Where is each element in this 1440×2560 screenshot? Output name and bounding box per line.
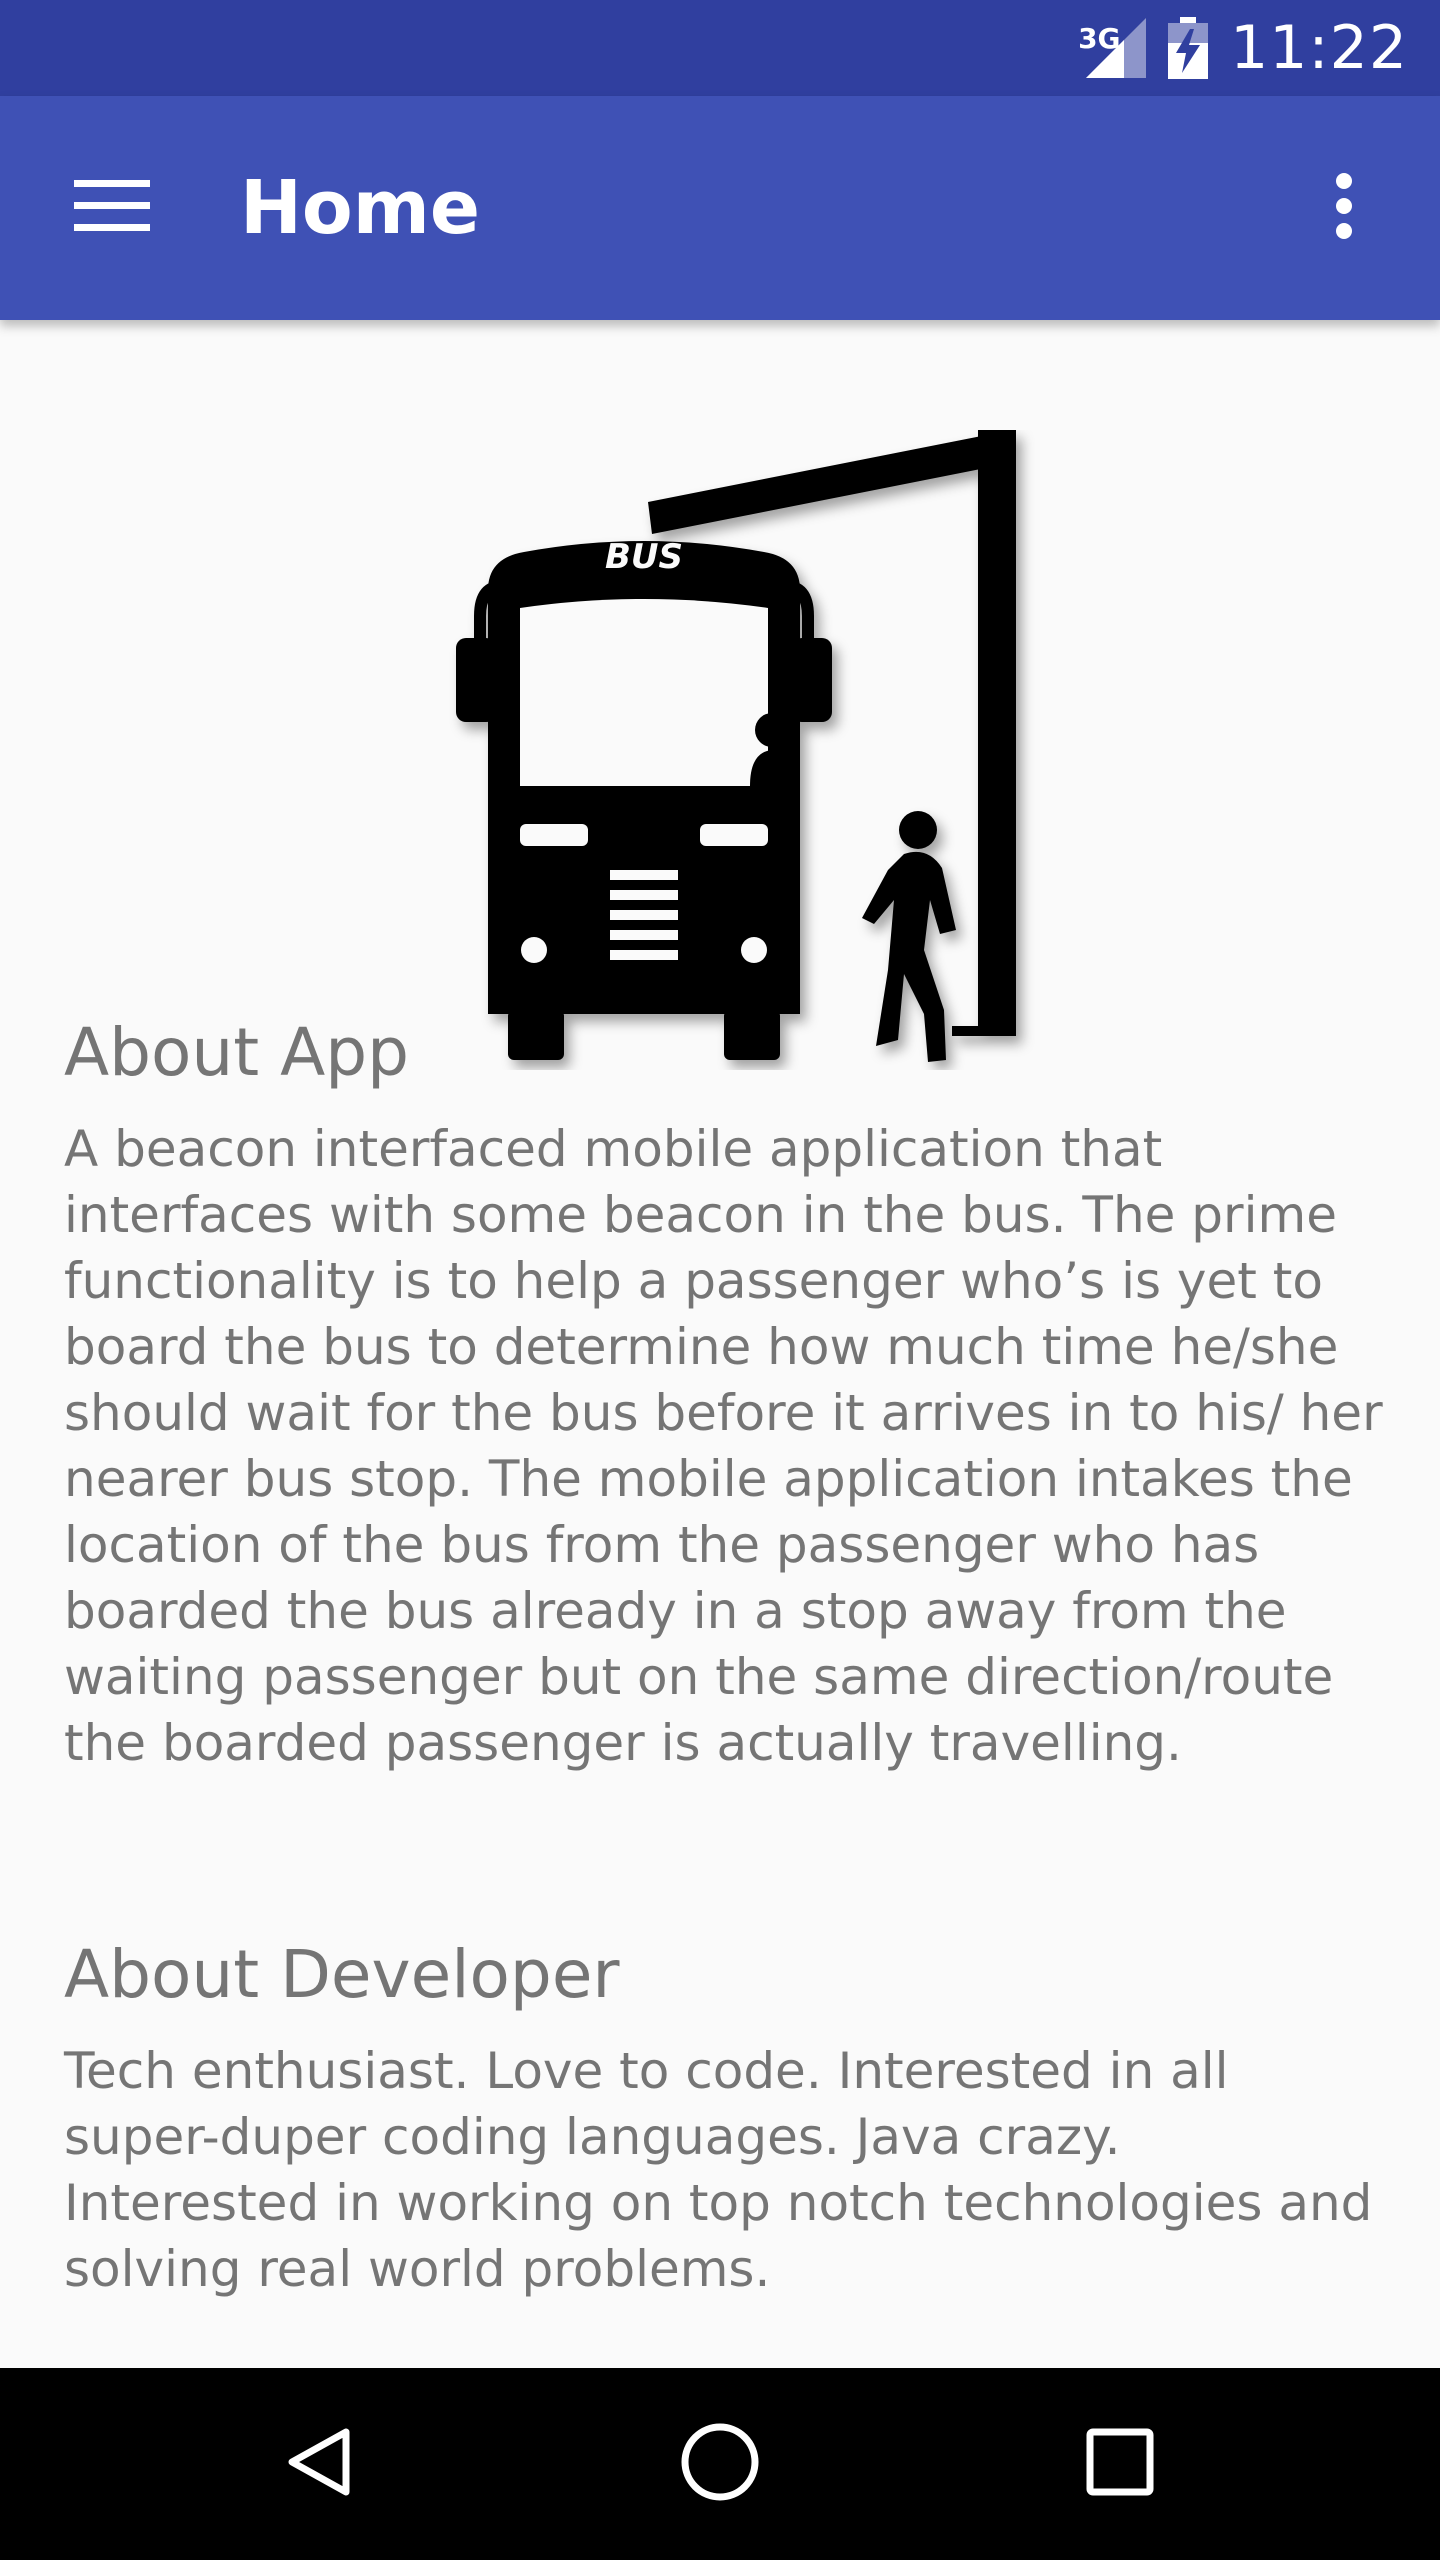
bus-stop-illustration: BUS [404, 430, 1044, 1070]
about-developer-text: Tech enthusiast. Love to code. Intereste… [64, 2042, 1373, 2298]
network-type-label: 3G [1078, 22, 1121, 55]
back-button[interactable] [264, 2408, 376, 2520]
about-app-text: A beacon interfaced mobile application t… [64, 1120, 1383, 1772]
recents-square-icon [1084, 2426, 1156, 2503]
hamburger-menu-icon [74, 178, 150, 239]
bus-label: BUS [605, 537, 683, 577]
main-content: BUS About App A beacon interfaced mobile… [0, 320, 1440, 2368]
system-navigation-bar [0, 2368, 1440, 2560]
page-title: Home [240, 165, 481, 251]
navigation-drawer-button[interactable] [56, 152, 168, 264]
about-app-heading: About App [64, 1014, 410, 1091]
battery-charging-icon [1168, 17, 1209, 79]
app-bar: Home [0, 96, 1440, 320]
status-icons: 3G 11:22 [1074, 0, 1408, 96]
home-circle-icon [678, 2420, 762, 2509]
status-time: 11:22 [1230, 13, 1408, 83]
recents-button[interactable] [1064, 2408, 1176, 2520]
more-vert-icon [1334, 172, 1354, 245]
back-triangle-icon [280, 2422, 360, 2507]
status-bar: 3G 11:22 [0, 0, 1440, 96]
signal-icon: 3G [1074, 18, 1147, 78]
overflow-menu-button[interactable] [1288, 152, 1400, 264]
home-button[interactable] [664, 2408, 776, 2520]
about-developer-heading: About Developer [64, 1936, 620, 2013]
